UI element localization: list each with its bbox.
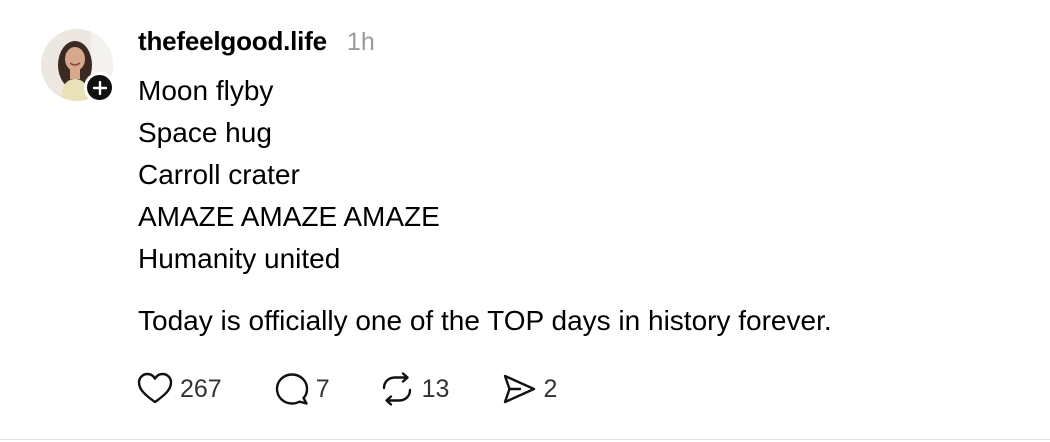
repost-button[interactable]: 13: [378, 371, 450, 407]
post-body-lines: Moon flyby Space hug Carroll crater AMAZ…: [138, 70, 440, 280]
timestamp[interactable]: 1h: [347, 28, 375, 57]
share-count: 2: [543, 374, 558, 403]
reply-button[interactable]: 7: [274, 371, 330, 407]
reply-count: 7: [315, 374, 330, 403]
plus-icon: [92, 80, 107, 95]
heart-icon: [137, 372, 173, 404]
like-button[interactable]: 267: [136, 371, 222, 407]
repost-arrows-icon: [382, 372, 411, 406]
avatar-wrap: [41, 29, 115, 103]
like-count: 267: [180, 374, 222, 403]
send-icon: [504, 374, 536, 404]
post-line: Moon flyby: [138, 75, 274, 106]
speech-bubble-icon: [275, 373, 308, 405]
share-button[interactable]: 2: [501, 371, 557, 407]
post-line: Humanity united: [138, 243, 341, 274]
repost-count: 13: [421, 374, 450, 403]
post-card: thefeelgood.life 1h Moon flyby Space hug…: [0, 0, 1050, 442]
post-line: Carroll crater: [138, 159, 300, 190]
action-bar: 267 7 13 2: [136, 369, 557, 409]
follow-button[interactable]: [84, 72, 115, 103]
divider: [0, 439, 1050, 440]
post-header: thefeelgood.life 1h: [138, 26, 375, 60]
post-line: Space hug: [138, 117, 272, 148]
post-paragraph: Today is officially one of the TOP days …: [138, 305, 832, 336]
post-line: AMAZE AMAZE AMAZE: [138, 201, 440, 232]
username[interactable]: thefeelgood.life: [138, 26, 327, 57]
